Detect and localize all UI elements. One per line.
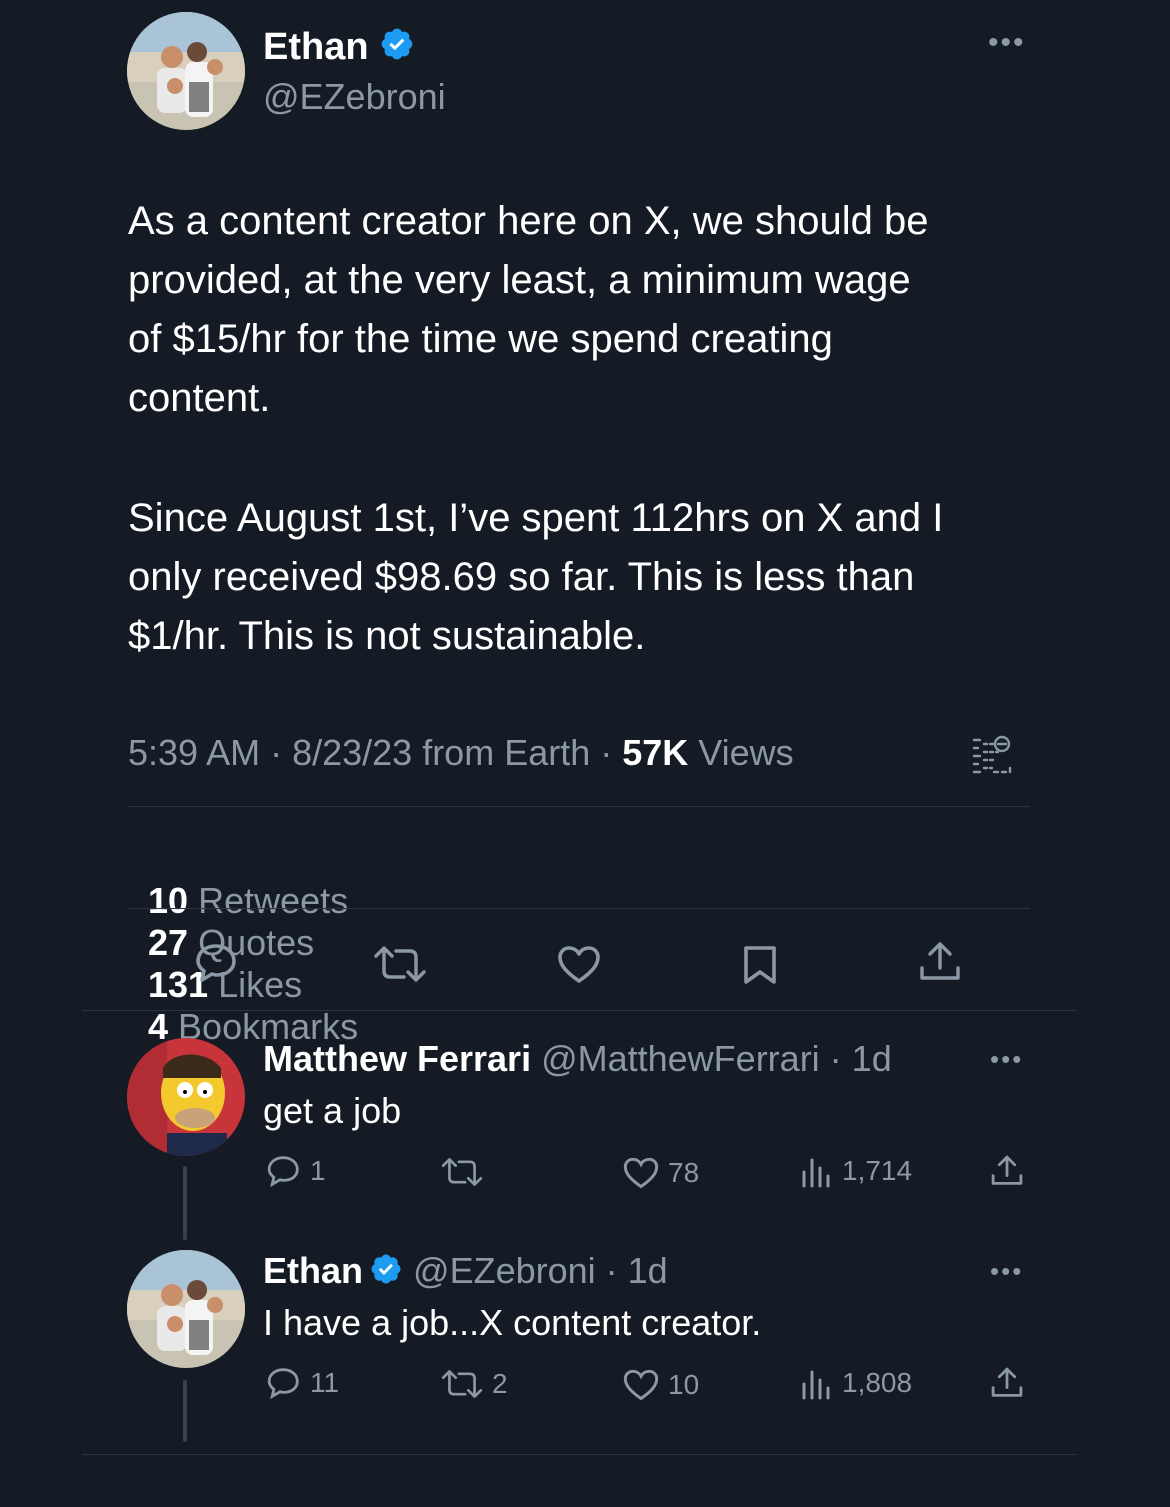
tweet-timestamp[interactable]: 5:39 AM · 8/23/23 from Earth · [128, 732, 622, 773]
replies-count: 11 [310, 1367, 340, 1398]
reply-header: Ethan @EZebroni · 1d [263, 1250, 668, 1295]
thread-line [183, 1166, 187, 1240]
reply-text: get a job [263, 1090, 402, 1131]
reply-avatar[interactable] [127, 1250, 245, 1368]
divider [82, 1454, 1077, 1455]
more-horizontal-icon[interactable]: ••• [988, 26, 1026, 60]
reply-icon [266, 1154, 302, 1188]
likes-count: 10 [668, 1368, 700, 1400]
like-heart-icon[interactable] [556, 944, 602, 984]
retweets-label: Retweets [188, 880, 349, 921]
share-icon[interactable] [990, 1154, 1024, 1188]
thread-line [183, 1380, 187, 1442]
views-label: Views [688, 732, 794, 773]
analytics-icon[interactable] [970, 732, 1014, 776]
reply-author-name[interactable]: Matthew Ferrari [263, 1038, 531, 1079]
like-button[interactable]: 78 [622, 1156, 699, 1189]
tweet-text-paragraph-2: Since August 1st, I’ve spent 112hrs on X… [128, 496, 944, 658]
reply-button[interactable]: 11 [266, 1366, 339, 1400]
more-horizontal-icon[interactable]: ••• [990, 1044, 1023, 1075]
retweet-icon [440, 1368, 484, 1400]
reply-icon[interactable] [194, 942, 240, 984]
tweet-meta: 5:39 AM · 8/23/23 from Earth · 57K Views [128, 732, 794, 774]
views-bar-chart-icon [800, 1154, 832, 1188]
bookmark-icon[interactable] [742, 944, 778, 986]
retweet-button[interactable] [440, 1156, 492, 1188]
retweets-count: 10 [148, 880, 189, 921]
views-count: 57K [622, 732, 689, 773]
reply-handle-time[interactable]: @MatthewFerrari · 1d [531, 1038, 892, 1079]
verified-badge-icon [369, 1252, 403, 1295]
like-button[interactable]: 10 [622, 1368, 699, 1401]
views-button[interactable]: 1,808 [800, 1366, 912, 1400]
author-name[interactable]: Ethan [263, 26, 369, 68]
reply-icon [266, 1366, 302, 1400]
stats-row: 10 Retweets 27 Quotes 131 Likes 4 Bookma… [128, 838, 358, 1048]
retweets-stat[interactable]: 10 Retweets [148, 880, 348, 921]
likes-count: 78 [668, 1156, 700, 1188]
reply-handle-time[interactable]: @EZebroni · 1d [403, 1250, 668, 1291]
reply-author-name[interactable]: Ethan [263, 1250, 363, 1291]
reply-header: Matthew Ferrari @MatthewFerrari · 1d [263, 1038, 892, 1080]
views-count: 1,714 [842, 1155, 913, 1186]
divider [128, 806, 1030, 807]
reply-text: I have a job...X content creator. [263, 1302, 762, 1343]
retweets-count: 2 [492, 1368, 508, 1399]
quotes-count: 27 [148, 922, 189, 963]
retweet-icon[interactable] [372, 944, 428, 984]
author-avatar[interactable] [127, 12, 245, 130]
retweet-icon [440, 1156, 484, 1188]
tweet-text-paragraph-1: As a content creator here on X, we shoul… [128, 199, 929, 420]
reply-button[interactable]: 1 [266, 1154, 326, 1188]
share-icon[interactable] [990, 1366, 1024, 1400]
views-count: 1,808 [842, 1367, 913, 1398]
share-icon[interactable] [918, 940, 962, 984]
like-heart-icon [622, 1368, 660, 1401]
author-handle[interactable]: @EZebroni [263, 76, 446, 118]
divider [82, 1010, 1077, 1011]
like-heart-icon [622, 1156, 660, 1189]
more-horizontal-icon[interactable]: ••• [990, 1256, 1023, 1287]
views-button[interactable]: 1,714 [800, 1154, 912, 1188]
verified-badge-icon [379, 26, 415, 72]
views-bar-chart-icon [800, 1366, 832, 1400]
retweet-button[interactable]: 2 [440, 1368, 508, 1400]
divider [128, 908, 1030, 909]
reply-avatar[interactable] [127, 1038, 245, 1156]
replies-count: 1 [310, 1155, 326, 1186]
